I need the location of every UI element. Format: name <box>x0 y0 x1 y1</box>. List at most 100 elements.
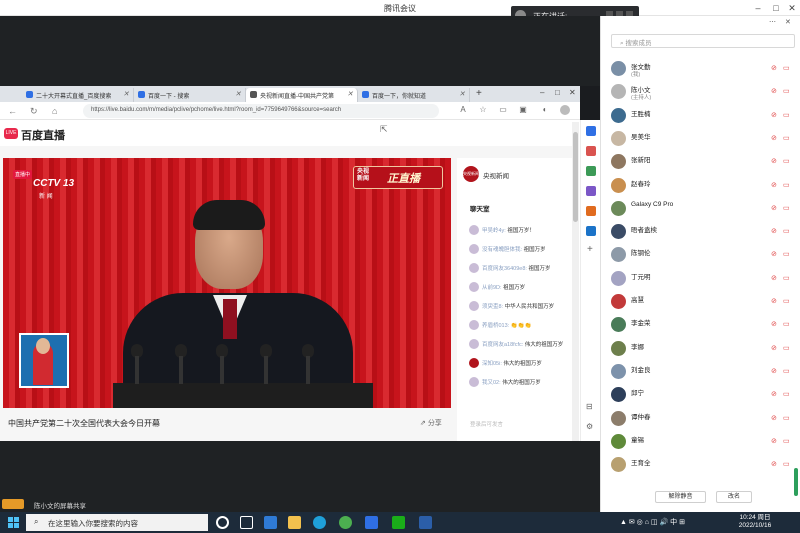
mic-muted-icon[interactable]: ⊘ <box>771 274 779 283</box>
camera-off-icon[interactable]: ▭ <box>783 414 792 423</box>
member-row[interactable]: 吴美华 ⊘ ▭ <box>600 128 800 151</box>
member-row[interactable]: 赵春玲 ⊘ ▭ <box>600 175 800 198</box>
word-icon[interactable] <box>419 516 432 529</box>
url-field[interactable]: https://live.baidu.com/m/media/pclive/pc… <box>83 104 439 118</box>
mic-muted-icon[interactable]: ⊘ <box>771 134 779 143</box>
member-row[interactable]: 高慧 ⊘ ▭ <box>600 291 800 314</box>
home-icon[interactable]: ⌂ <box>52 106 57 116</box>
tools-icon[interactable] <box>586 166 596 176</box>
tab-cctv-live[interactable]: 央视新闻直播-中国共产党第 ✕ <box>246 88 358 102</box>
member-row[interactable]: 陈钢伦 ⊘ ▭ <box>600 244 800 267</box>
mic-muted-icon[interactable]: ⊘ <box>771 320 779 329</box>
window-minimize-icon[interactable]: – <box>540 88 544 97</box>
camera-off-icon[interactable]: ▭ <box>783 367 792 376</box>
panel-scrollbar[interactable] <box>794 468 798 496</box>
member-row[interactable]: Galaxy C9 Pro ⊘ ▭ <box>600 198 800 221</box>
minimize-icon[interactable]: – <box>752 2 764 14</box>
edge-icon[interactable] <box>313 516 326 529</box>
member-row[interactable]: 李金荣 ⊘ ▭ <box>600 314 800 337</box>
chat-input[interactable]: 登录后可发言 <box>470 420 565 428</box>
member-row[interactable]: 晤者盍椟 ⊘ ▭ <box>600 221 800 244</box>
maximize-icon[interactable]: □ <box>770 2 782 14</box>
member-search[interactable]: ⌕ 搜索成员 <box>611 34 795 48</box>
windows-start-icon[interactable] <box>8 517 19 528</box>
camera-off-icon[interactable]: ▭ <box>783 227 792 236</box>
page-scrollbar[interactable] <box>572 122 579 441</box>
member-row[interactable]: 刘金良 ⊘ ▭ <box>600 361 800 384</box>
mic-muted-icon[interactable]: ⊘ <box>771 297 779 306</box>
camera-off-icon[interactable]: ▭ <box>783 250 792 259</box>
hide-sidebar-icon[interactable]: ⊟ <box>586 402 593 411</box>
ime-indicator[interactable]: 中 <box>670 519 677 526</box>
tab-baidu-search-2[interactable]: 百度一下 - 搜索 ✕ <box>134 88 246 102</box>
member-row[interactable]: 王胜楠 ⊘ ▭ <box>600 105 800 128</box>
mic-muted-icon[interactable]: ⊘ <box>771 157 779 166</box>
favorite-icon[interactable]: ☆ <box>478 105 488 115</box>
tab-baidu-home[interactable]: 百度一下，你就知道 ✕ <box>358 88 470 102</box>
camera-off-icon[interactable]: ▭ <box>783 437 792 446</box>
close-icon[interactable]: ✕ <box>786 2 798 14</box>
new-tab-icon[interactable]: + <box>476 88 482 99</box>
extensions-icon[interactable]: ◐ <box>540 105 550 115</box>
rename-button[interactable]: 改名 <box>716 491 752 503</box>
split-icon[interactable]: ▭ <box>498 105 508 115</box>
games-icon[interactable] <box>586 186 596 196</box>
camera-off-icon[interactable]: ▭ <box>783 320 792 329</box>
outlook-icon[interactable] <box>586 226 596 236</box>
collections-icon[interactable]: ▣ <box>518 105 528 115</box>
mic-muted-icon[interactable]: ⊘ <box>771 367 779 376</box>
app-icon[interactable] <box>339 516 352 529</box>
mic-muted-icon[interactable]: ⊘ <box>771 390 779 399</box>
search-icon[interactable] <box>586 126 596 136</box>
member-row[interactable]: 邱宁 ⊘ ▭ <box>600 384 800 407</box>
member-row[interactable]: 李娜 ⊘ ▭ <box>600 338 800 361</box>
camera-off-icon[interactable]: ▭ <box>783 157 792 166</box>
mic-muted-icon[interactable]: ⊘ <box>771 414 779 423</box>
member-row[interactable]: 王育全 ⊘ ▭ <box>600 454 800 477</box>
mic-muted-icon[interactable]: ⊘ <box>771 204 779 213</box>
ie-icon[interactable] <box>264 516 277 529</box>
more-icon[interactable]: ⋯ <box>769 18 776 26</box>
member-row[interactable]: 张文勤 (我) ⊘ ▭ <box>600 58 800 81</box>
channel-name[interactable]: 央视新闻 <box>483 170 509 180</box>
mic-muted-icon[interactable]: ⊘ <box>771 64 779 73</box>
mic-muted-icon[interactable]: ⊘ <box>771 87 779 96</box>
member-row[interactable]: 谭仲春 ⊘ ▭ <box>600 408 800 431</box>
tencent-meeting-icon[interactable] <box>365 516 378 529</box>
logo-text[interactable]: 百度直播 <box>21 127 65 143</box>
cortana-icon[interactable] <box>216 516 229 529</box>
camera-off-icon[interactable]: ▭ <box>783 460 792 469</box>
camera-off-icon[interactable]: ▭ <box>783 274 792 283</box>
camera-off-icon[interactable]: ▭ <box>783 134 792 143</box>
settings-icon[interactable]: ⚙ <box>586 422 593 431</box>
channel-avatar[interactable]: 央视新闻 <box>463 166 479 182</box>
add-icon[interactable]: + <box>587 244 593 255</box>
member-row[interactable]: 童锡 ⊘ ▭ <box>600 431 800 454</box>
mic-muted-icon[interactable]: ⊘ <box>771 111 779 120</box>
tab-baidu-search[interactable]: 二十大开幕式直播_百度搜索 ✕ <box>22 88 134 102</box>
window-restore-icon[interactable]: □ <box>555 88 560 97</box>
mic-muted-icon[interactable]: ⊘ <box>771 344 779 353</box>
camera-off-icon[interactable]: ▭ <box>783 390 792 399</box>
camera-off-icon[interactable]: ▭ <box>783 344 792 353</box>
office-icon[interactable] <box>586 206 596 216</box>
mic-muted-icon[interactable]: ⊘ <box>771 227 779 236</box>
member-row[interactable]: 丁元明 ⊘ ▭ <box>600 268 800 291</box>
profile-icon[interactable] <box>560 105 570 115</box>
member-row[interactable]: 张新阳 ⊘ ▭ <box>600 151 800 174</box>
unmute-all-button[interactable]: 解除静音 <box>655 491 706 503</box>
mic-muted-icon[interactable]: ⊘ <box>771 437 779 446</box>
clock[interactable]: 10:24 周日 2022/10/16 <box>730 514 780 530</box>
file-explorer-icon[interactable] <box>288 516 301 529</box>
share-button[interactable]: ⇗ 分享 <box>420 418 442 428</box>
taskbar-search[interactable]: ⌕ 在这里输入你要搜索的内容 <box>26 514 208 531</box>
mic-muted-icon[interactable]: ⊘ <box>771 460 779 469</box>
member-row[interactable]: 陈小文 (主持人) ⊘ ▭ <box>600 81 800 104</box>
video-player[interactable]: 直播中 CCTV 13 新 闻 央视 新闻 正直播 <box>3 158 451 408</box>
shopping-icon[interactable] <box>586 146 596 156</box>
wechat-icon[interactable] <box>392 516 405 529</box>
camera-off-icon[interactable]: ▭ <box>783 87 792 96</box>
read-aloud-icon[interactable]: A <box>458 105 468 115</box>
camera-off-icon[interactable]: ▭ <box>783 64 792 73</box>
task-view-icon[interactable] <box>240 516 253 529</box>
